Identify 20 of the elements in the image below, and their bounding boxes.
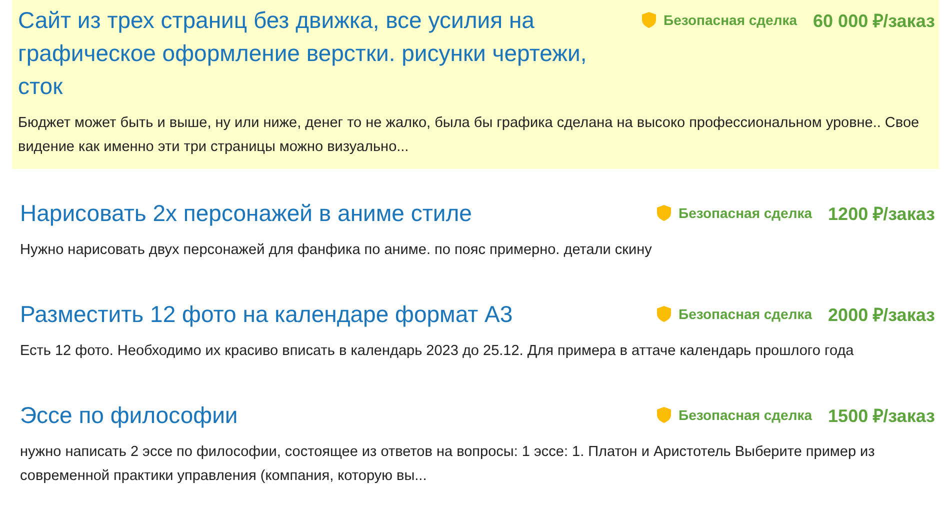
- shield-icon: [656, 407, 671, 423]
- safe-deal-label: Безопасная сделка: [664, 12, 798, 28]
- order-price: 60 000 ₽/заказ: [813, 10, 935, 32]
- order-description: Бюджет может быть и выше, ну или ниже, денег то не жалко, была бы графика сделана на высоко профессиональном уровне.. Свое видение как именно эти три страницы можно визуально...: [18, 114, 920, 157]
- order-title-link[interactable]: Эссе по философии: [20, 399, 647, 432]
- order-title-link[interactable]: Разместить 12 фото на календаре формат А3: [20, 298, 647, 331]
- order-description: Нужно нарисовать двух персонажей для фанфика по аниме. по пояс примерно. детали скину: [20, 241, 653, 260]
- safe-deal-label: Безопасная сделка: [678, 306, 812, 322]
- safe-deal-label: Безопасная сделка: [678, 205, 812, 221]
- shield-icon: [642, 12, 656, 28]
- safe-deal-label: Безопасная сделка: [678, 407, 812, 423]
- order-title-link[interactable]: Нарисовать 2х персонажей в аниме стиле: [20, 197, 647, 230]
- order-description: Есть 12 фото. Необходимо их красиво вписать в календарь 2023 до 25.12. Для примера в аттаче календарь прошлого года: [20, 342, 855, 361]
- order-price: 2000 ₽/заказ: [828, 304, 935, 326]
- order-price: 1500 ₽/заказ: [828, 405, 935, 427]
- shield-icon: [656, 205, 671, 221]
- shield-icon: [656, 306, 671, 322]
- order-price: 1200 ₽/заказ: [828, 203, 935, 225]
- order-description: нужно написать 2 эссе по философии, состоящее из ответов на вопросы: 1 эссе: 1. Платон и Аристотель Выберите пример из современной практики управления (компания, которую вы...: [20, 443, 876, 486]
- order-title-link[interactable]: Сайт из трех страниц без движка, все усилия на графическое оформление верстки. рисунки чертежи, сток: [18, 4, 632, 103]
